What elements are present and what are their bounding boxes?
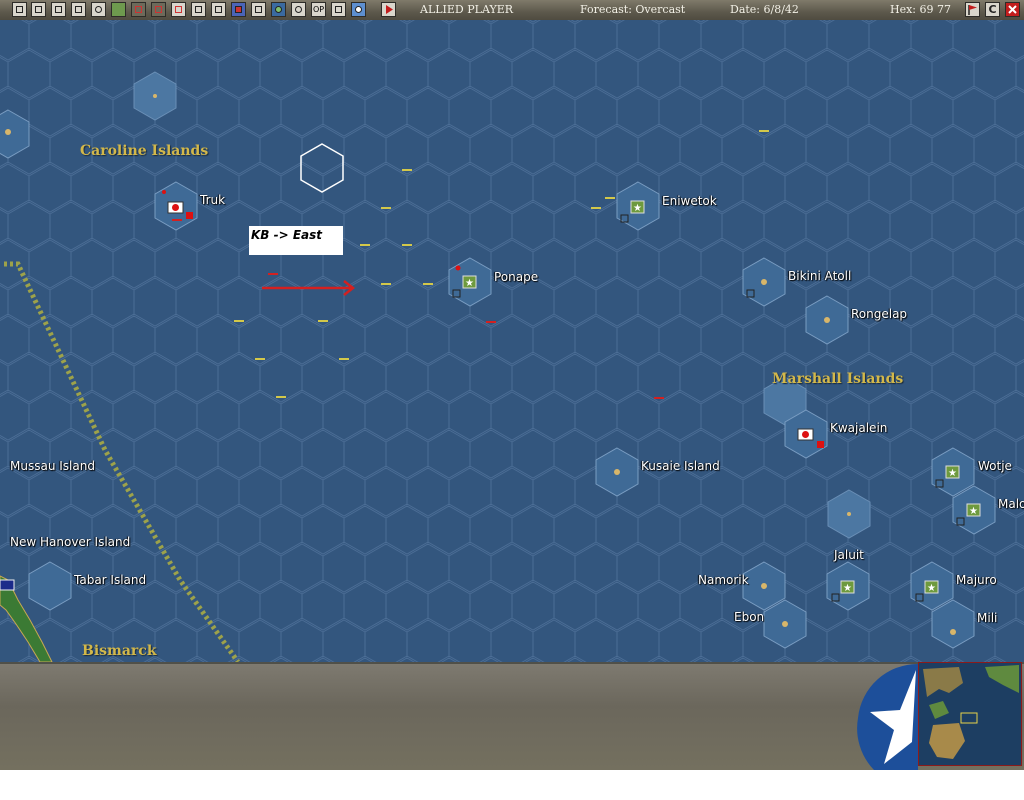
minimap-viewport	[960, 712, 978, 724]
target-icon[interactable]	[291, 2, 306, 17]
region-caroline: Caroline Islands	[80, 143, 209, 159]
task-force-icon[interactable]	[211, 2, 226, 17]
australia-flag	[0, 579, 15, 591]
base-label-ebon[interactable]: Ebon	[734, 610, 764, 624]
top-toolbar: OP ALLIED PLAYER Forecast: Overcast Date…	[0, 0, 1024, 21]
table-icon[interactable]	[331, 2, 346, 17]
hq-icon[interactable]	[231, 2, 246, 17]
base-label-tabar[interactable]: Tabar Island	[74, 573, 146, 587]
base-label-truk[interactable]: Truk	[200, 193, 225, 207]
base-label-new-hanover[interactable]: New Hanover Island	[10, 535, 130, 549]
japan-flag-kwajalein	[797, 428, 814, 441]
movement-arrow	[262, 280, 356, 296]
allied-star-emblem	[857, 664, 918, 770]
base-label-mussau[interactable]: Mussau Island	[10, 459, 95, 473]
minimap[interactable]	[918, 662, 1022, 766]
selected-hex	[300, 143, 344, 193]
base-label-wotje[interactable]: Wotje	[978, 459, 1012, 473]
end-turn-icon[interactable]	[381, 2, 396, 17]
date-label: Date: 6/8/42	[730, 3, 799, 16]
base-hex-tabar	[28, 561, 72, 611]
info-panel	[0, 662, 1024, 770]
japan-flag-truk	[167, 201, 184, 214]
base-label-majuro[interactable]: Majuro	[956, 573, 997, 587]
center-map-button[interactable]: C	[985, 2, 1000, 17]
region-marshall: Marshall Islands	[772, 371, 904, 387]
weather-icon[interactable]	[351, 2, 366, 17]
close-icon[interactable]	[1005, 2, 1020, 17]
map-annotation-note[interactable]: KB -> East	[249, 226, 343, 255]
minimap-terrain	[923, 665, 1019, 759]
op-icon[interactable]: OP	[311, 2, 326, 17]
sub-icon[interactable]	[251, 2, 266, 17]
group-icon[interactable]	[71, 2, 86, 17]
info-icon[interactable]	[91, 2, 106, 17]
base-label-bikini[interactable]: Bikini Atoll	[788, 269, 851, 283]
svg-text:★: ★	[969, 506, 978, 517]
base-label-mili[interactable]: Mili	[977, 611, 997, 625]
forecast-label: Forecast: Overcast	[580, 3, 686, 16]
region-bismarck: Bismarck	[82, 643, 157, 659]
base-label-eniwetok[interactable]: Eniwetok	[662, 194, 717, 208]
hex-label: Hex: 69 77	[890, 3, 951, 16]
base-label-kwajalein[interactable]: Kwajalein	[830, 421, 887, 435]
air-group-icon[interactable]	[151, 2, 166, 17]
svg-text:★: ★	[948, 468, 957, 479]
ship-icon[interactable]	[191, 2, 206, 17]
base-star-icon[interactable]	[111, 2, 126, 17]
base-hex-west	[0, 109, 30, 159]
base-label-namorik[interactable]: Namorik	[698, 573, 749, 587]
side-label: ALLIED PLAYER	[420, 3, 514, 16]
flag-toggle-icon[interactable]	[965, 2, 980, 17]
map-features: ★ ★ ★ ★ ★ ★	[0, 71, 996, 662]
globe-icon[interactable]	[271, 2, 286, 17]
base-label-jaluit[interactable]: Jaluit	[834, 548, 864, 562]
base-label-rongelap[interactable]: Rongelap	[851, 307, 907, 321]
svg-text:★: ★	[633, 203, 642, 214]
air-unit-icon[interactable]	[131, 2, 146, 17]
base-hex-mili	[931, 599, 975, 649]
base-label-kusaie[interactable]: Kusaie Island	[641, 459, 720, 473]
map-view[interactable]: ★ ★ ★ ★ ★ ★ Caroline Islands Marshall Is…	[0, 20, 1024, 662]
flag-icon[interactable]	[171, 2, 186, 17]
menu-icon[interactable]	[12, 2, 27, 17]
reports-icon[interactable]	[31, 2, 46, 17]
svg-text:★: ★	[927, 583, 936, 594]
svg-text:★: ★	[843, 583, 852, 594]
base-label-ponape[interactable]: Ponape	[494, 270, 538, 284]
list-icon[interactable]	[51, 2, 66, 17]
base-label-malo[interactable]: Malo	[998, 497, 1024, 511]
svg-text:★: ★	[465, 278, 474, 289]
